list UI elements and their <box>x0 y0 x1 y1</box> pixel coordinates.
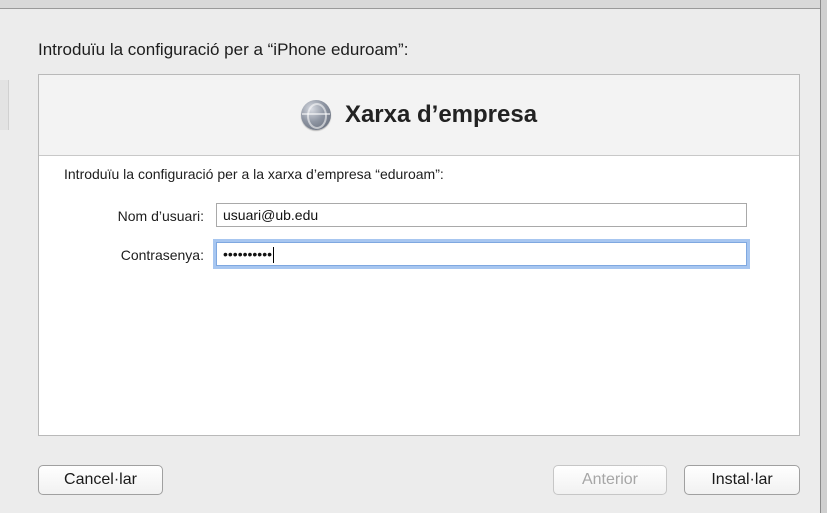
background-window-edge <box>0 80 9 130</box>
cancel-button[interactable]: Cancel·lar <box>38 465 163 495</box>
previous-button[interactable]: Anterior <box>553 465 667 495</box>
install-button[interactable]: Instal·lar <box>684 465 800 495</box>
panel-title: Xarxa d’empresa <box>344 101 538 128</box>
panel-header: Xarxa d’empresa <box>39 75 799 156</box>
window-right-edge <box>820 0 827 513</box>
dialog-prompt: Introduïu la configuració per a “iPhone … <box>38 40 409 59</box>
network-prompt: Introduïu la configuració per a la xarxa… <box>64 166 444 182</box>
username-field[interactable] <box>216 203 747 227</box>
password-dots: •••••••••• <box>223 246 273 262</box>
text-cursor <box>273 247 275 264</box>
password-field[interactable]: •••••••••• <box>216 242 747 266</box>
username-label: Nom d’usuari: <box>117 208 204 224</box>
password-label: Contrasenya: <box>120 247 204 263</box>
window-top-edge <box>0 0 827 9</box>
settings-panel: Xarxa d’empresa Introduïu la configuraci… <box>38 74 800 436</box>
globe-network-icon <box>300 100 331 130</box>
